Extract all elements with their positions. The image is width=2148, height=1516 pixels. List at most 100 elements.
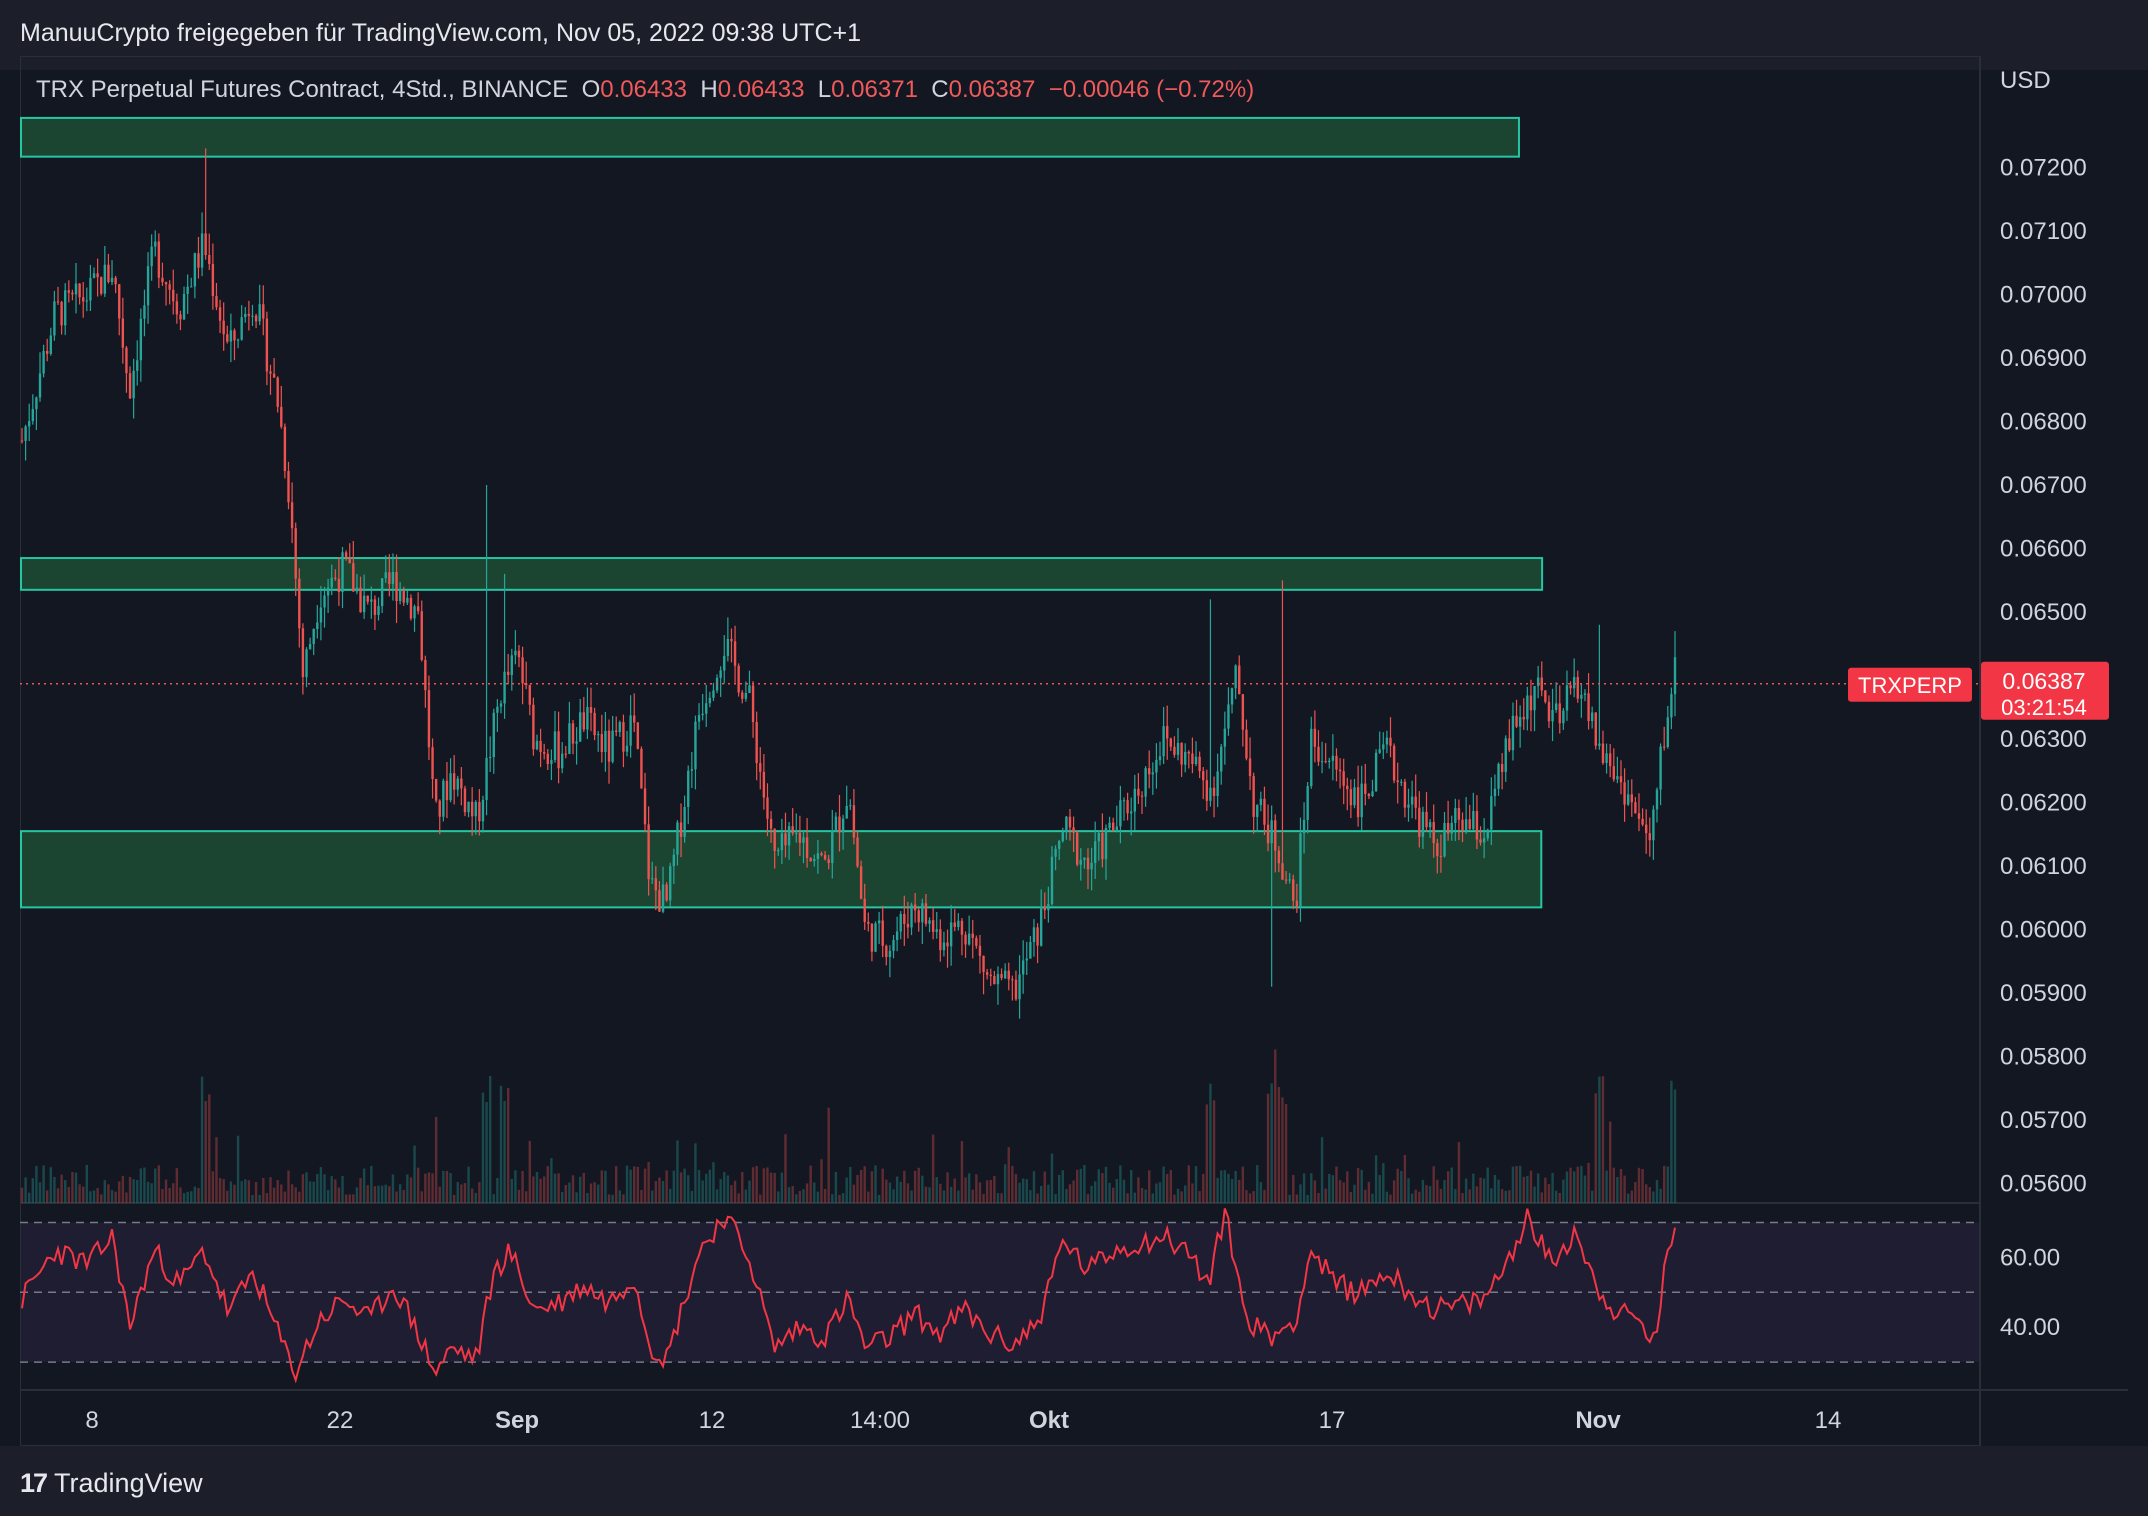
volume-bar bbox=[1616, 1177, 1619, 1203]
volume-bar bbox=[899, 1181, 902, 1203]
candle-body bbox=[1043, 906, 1046, 911]
candle-body bbox=[1050, 856, 1054, 904]
volume-bar bbox=[287, 1170, 290, 1203]
candle-body bbox=[1367, 793, 1371, 797]
candle-body bbox=[506, 671, 510, 675]
candle-body bbox=[993, 976, 996, 985]
candle-body bbox=[1637, 813, 1641, 819]
volume-bar bbox=[1313, 1180, 1317, 1203]
volume-bar bbox=[1115, 1179, 1118, 1203]
price-tag-countdown: 03:21:54 bbox=[2001, 695, 2087, 720]
candle-body bbox=[1075, 832, 1079, 865]
candle-body bbox=[1137, 788, 1140, 796]
volume-bar bbox=[618, 1190, 622, 1203]
candle-body bbox=[258, 304, 261, 322]
volume-bar bbox=[633, 1166, 636, 1203]
volume-bar bbox=[1353, 1184, 1356, 1203]
volume-bar bbox=[161, 1188, 164, 1203]
volume-bar bbox=[348, 1194, 351, 1203]
volume-bar bbox=[60, 1174, 63, 1203]
volume-bar bbox=[1486, 1167, 1489, 1203]
volume-bar bbox=[1565, 1171, 1569, 1203]
candle-body bbox=[1122, 800, 1126, 802]
volume-bar bbox=[92, 1190, 96, 1203]
candle-body bbox=[1126, 800, 1129, 814]
volume-bar bbox=[975, 1174, 978, 1203]
volume-bar bbox=[1432, 1166, 1435, 1203]
candle-body bbox=[560, 753, 564, 769]
candle-body bbox=[1205, 780, 1209, 801]
volume-bar bbox=[1346, 1171, 1349, 1203]
volume-bar bbox=[690, 1190, 694, 1203]
volume-bar bbox=[993, 1176, 996, 1203]
candle-body bbox=[298, 578, 301, 629]
candle-body bbox=[658, 890, 661, 912]
chart-canvas[interactable]: USD 0.07200 0.07100 0.07000 0.06900 0.06800 0.… bbox=[0, 0, 2148, 1516]
candle-body bbox=[323, 595, 326, 608]
price-tick-label: 0.05900 bbox=[2000, 980, 2087, 1007]
volume-bar bbox=[514, 1170, 517, 1203]
volume-bar bbox=[535, 1171, 539, 1203]
candle-body bbox=[1418, 807, 1421, 837]
volume-bar bbox=[488, 1075, 492, 1203]
volume-bar bbox=[481, 1092, 485, 1203]
volume-bar bbox=[78, 1184, 81, 1203]
candle-body bbox=[841, 818, 845, 833]
candle-body bbox=[1626, 794, 1630, 805]
candle-body bbox=[301, 628, 305, 678]
candle-body bbox=[989, 974, 992, 977]
volume-bar bbox=[388, 1186, 391, 1203]
volume-bar bbox=[1410, 1193, 1414, 1203]
candle-body bbox=[1598, 743, 1601, 746]
tradingview-logo[interactable]: 17 TradingView bbox=[20, 1468, 203, 1499]
volume-bar bbox=[845, 1177, 848, 1203]
candle-body bbox=[1536, 677, 1540, 687]
volume-bar bbox=[427, 1172, 431, 1203]
candle-body bbox=[683, 806, 686, 837]
candle-body bbox=[78, 283, 81, 298]
candle-body bbox=[35, 397, 38, 410]
volume-bar bbox=[575, 1192, 578, 1203]
candle-body bbox=[1202, 771, 1205, 781]
volume-bar bbox=[712, 1162, 715, 1203]
candle-body bbox=[600, 734, 604, 752]
volume-bar bbox=[1101, 1173, 1104, 1203]
candle-body bbox=[564, 753, 567, 755]
candle-body bbox=[89, 277, 92, 301]
candle-body bbox=[1594, 712, 1597, 746]
price-tick-label: 0.06800 bbox=[2000, 409, 2087, 436]
volume-bar bbox=[895, 1176, 899, 1203]
candle-body bbox=[384, 572, 387, 579]
candle-body bbox=[1039, 906, 1043, 946]
volume-bar bbox=[1659, 1188, 1662, 1203]
candle-body bbox=[1209, 787, 1212, 801]
volume-bar bbox=[636, 1166, 640, 1203]
candle-body bbox=[733, 641, 737, 666]
volume-bar bbox=[280, 1184, 283, 1203]
volume-bar bbox=[146, 1181, 150, 1203]
candle-body bbox=[1396, 780, 1399, 783]
volume-bar bbox=[683, 1168, 686, 1203]
candle-body bbox=[1648, 833, 1651, 841]
volume-bar bbox=[1580, 1165, 1583, 1203]
volume-bar bbox=[589, 1183, 593, 1203]
candle-body bbox=[985, 972, 989, 975]
candle-body bbox=[1655, 789, 1659, 810]
candle-body bbox=[737, 665, 740, 693]
volume-bar bbox=[308, 1181, 312, 1203]
volume-bar bbox=[442, 1171, 445, 1203]
candle-body bbox=[795, 832, 798, 834]
candle-body bbox=[1191, 753, 1194, 765]
candle-body bbox=[593, 712, 596, 736]
volume-bar bbox=[597, 1184, 600, 1203]
candle-body bbox=[38, 373, 42, 398]
volume-bar bbox=[913, 1170, 917, 1203]
candle-body bbox=[1450, 822, 1453, 834]
candle-body bbox=[1227, 704, 1230, 729]
volume-bar bbox=[1605, 1170, 1608, 1203]
candle-body bbox=[820, 853, 823, 856]
candle-body bbox=[1180, 742, 1183, 765]
volume-bar bbox=[1464, 1178, 1468, 1203]
volume-bar bbox=[359, 1178, 362, 1203]
volume-bar bbox=[1544, 1177, 1547, 1203]
